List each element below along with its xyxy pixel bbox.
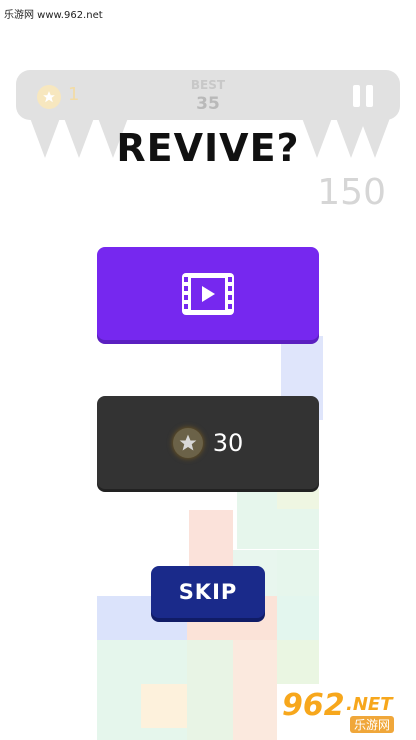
current-score: 150 xyxy=(317,172,386,213)
bg-block xyxy=(277,640,319,684)
star-coin-icon xyxy=(37,85,61,109)
bg-block xyxy=(187,640,233,740)
pause-button[interactable] xyxy=(353,85,375,107)
revive-title: REVIVE? xyxy=(116,126,300,170)
coin-count: 1 xyxy=(68,84,80,105)
logo-suffix: .NET xyxy=(346,694,393,715)
bg-block xyxy=(277,596,319,640)
bg-block xyxy=(277,550,319,596)
logo-chinese: 乐游网 xyxy=(350,716,395,733)
pause-icon xyxy=(353,85,360,107)
bg-block xyxy=(233,640,277,740)
site-logo: 962 .NET 乐游网 xyxy=(278,688,412,736)
watch-video-revive-button[interactable] xyxy=(97,247,319,340)
logo-number: 962 xyxy=(282,688,345,723)
bg-block xyxy=(277,489,319,509)
best-score: 35 xyxy=(196,94,220,114)
coin-cost: 30 xyxy=(212,428,244,457)
best-label: BEST xyxy=(190,78,226,92)
video-play-icon xyxy=(182,272,234,315)
bg-block xyxy=(141,684,187,728)
skip-button[interactable]: SKIP xyxy=(151,566,265,618)
star-coin-icon xyxy=(172,427,203,458)
site-watermark: 乐游网 www.962.net xyxy=(4,10,103,21)
coin-revive-button[interactable]: 30 xyxy=(97,396,319,489)
